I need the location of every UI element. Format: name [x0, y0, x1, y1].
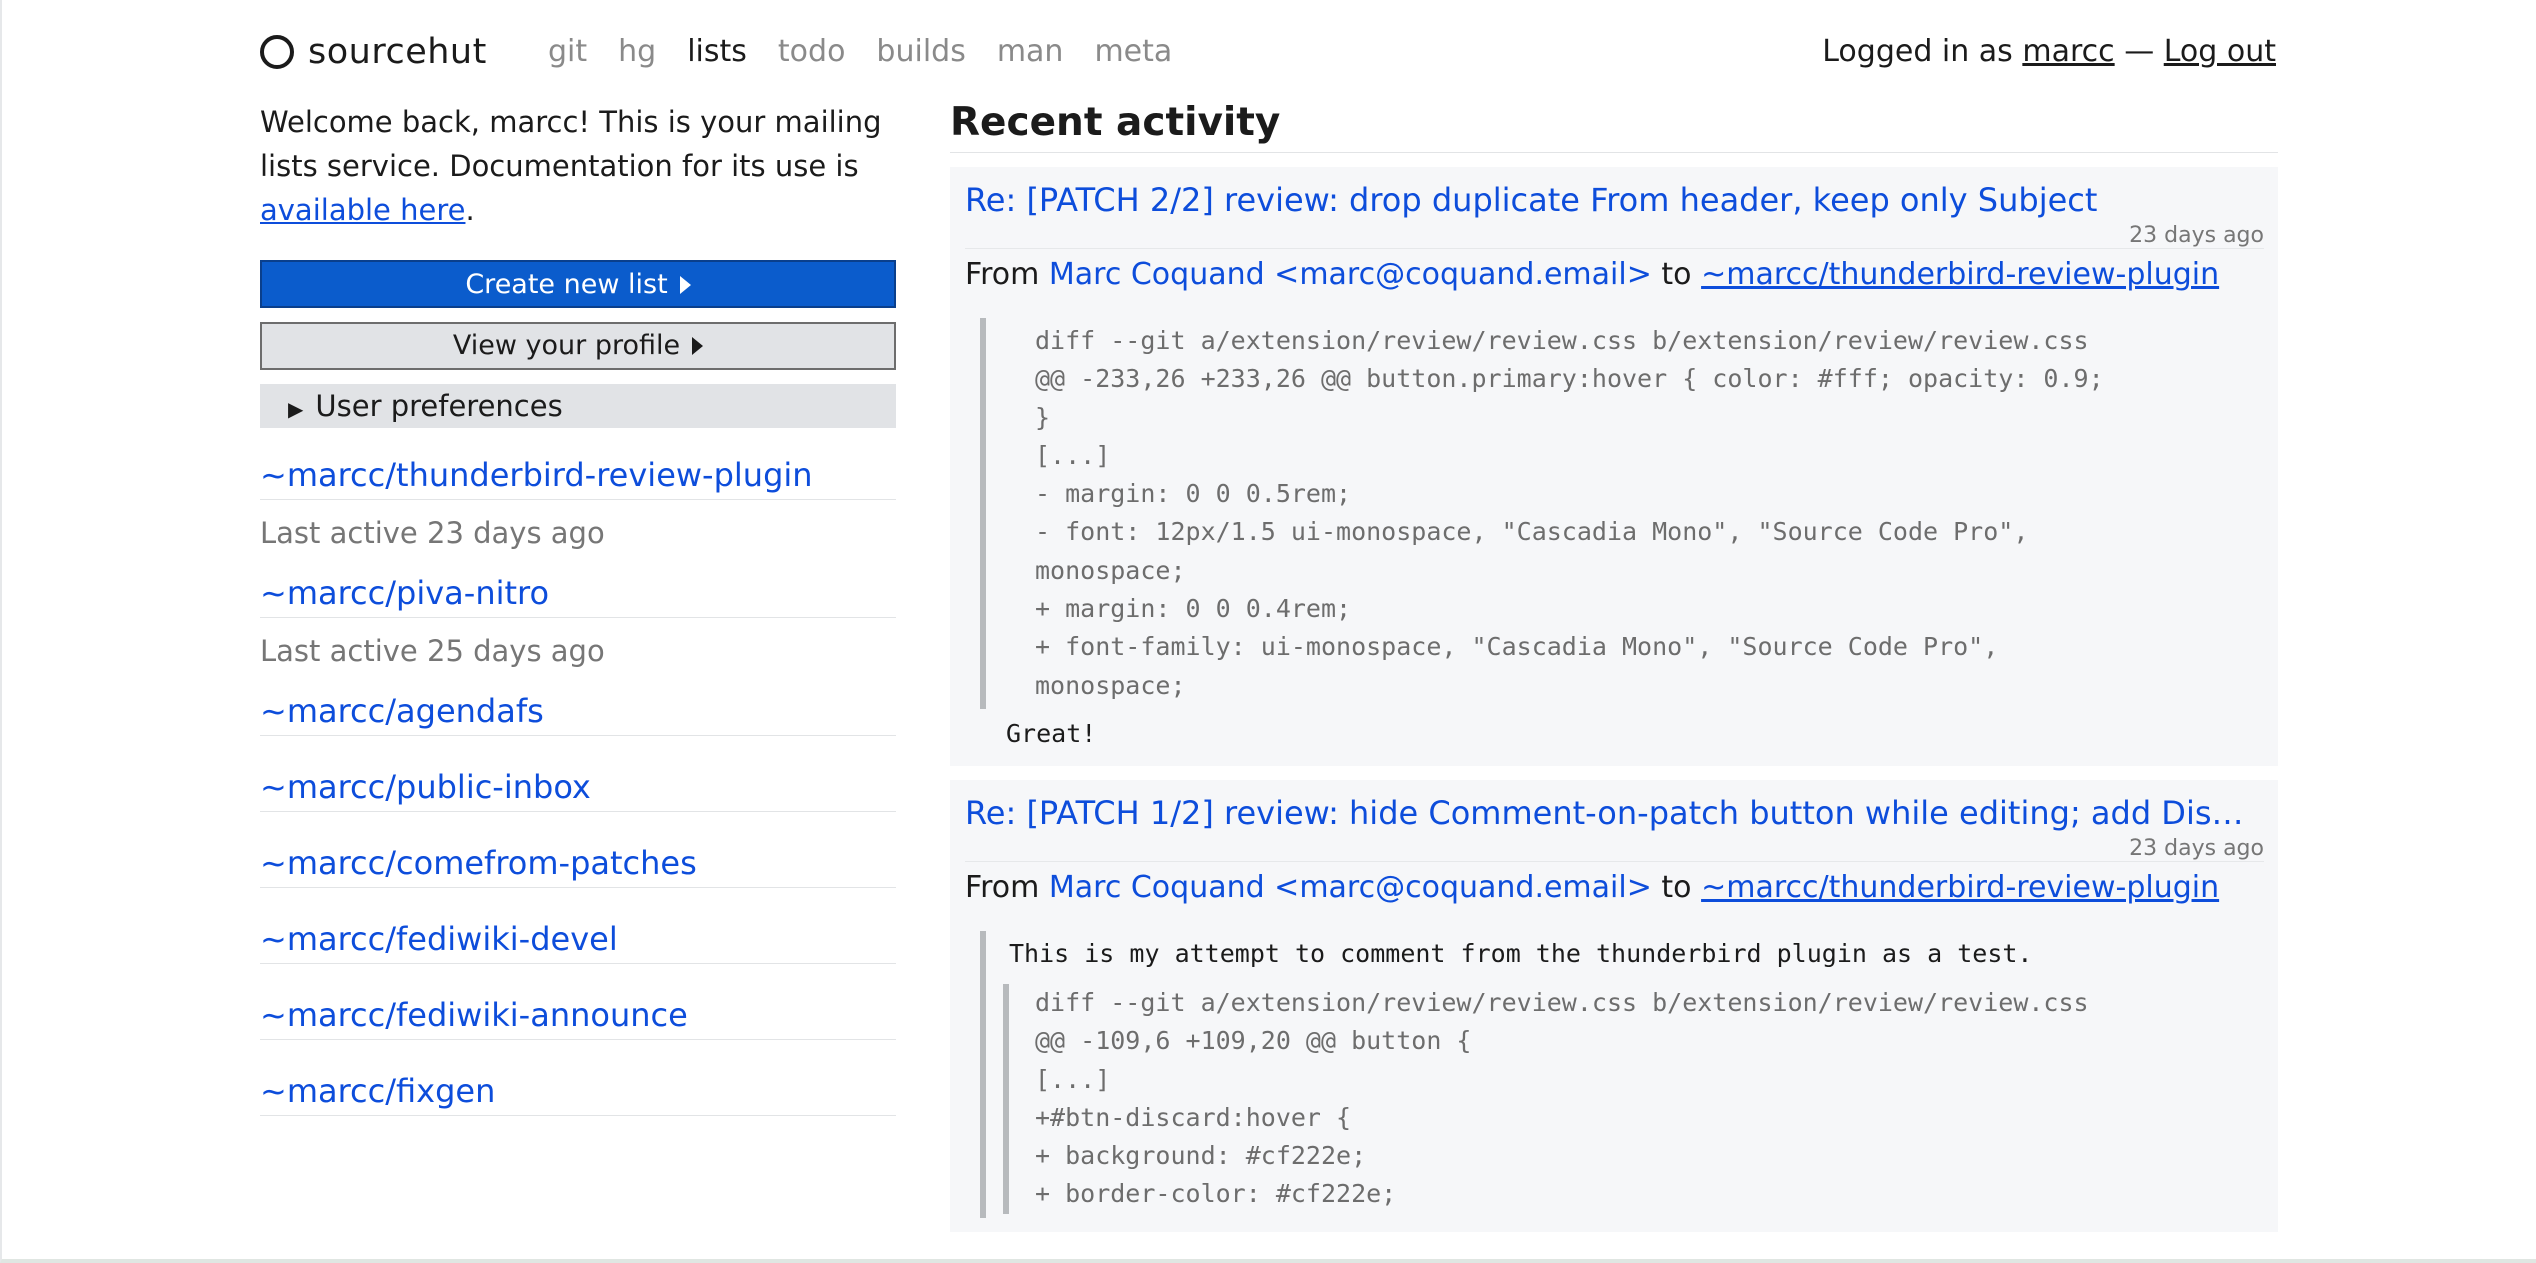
recipient-list-link[interactable]: ~marcc/thunderbird-review-plugin: [1701, 257, 2219, 292]
to-prefix: to: [1661, 257, 1692, 292]
brand[interactable]: sourcehut: [260, 32, 487, 72]
nav-link-meta[interactable]: meta: [1094, 34, 1172, 69]
nav-link-builds[interactable]: builds: [876, 34, 965, 69]
quoted-diff: diff --git a/extension/review/review.css…: [1035, 987, 2089, 1209]
login-separator: —: [2124, 34, 2155, 69]
welcome-period: .: [465, 193, 475, 227]
welcome-text: Welcome back, marcc! This is your mailin…: [260, 105, 882, 183]
message-intro: This is my attempt to comment from the t…: [1009, 938, 2033, 968]
welcome-message: Welcome back, marcc! This is your mailin…: [260, 100, 896, 232]
list-link[interactable]: ~marcc/thunderbird-review-plugin: [260, 456, 813, 494]
event-subject-link[interactable]: Re: [PATCH 2/2] review: drop duplicate F…: [965, 181, 2261, 219]
nav-link-lists[interactable]: lists: [687, 34, 747, 69]
list-last-active: Last active 23 days ago: [260, 516, 605, 550]
nested-quote: diff --git a/extension/review/review.css…: [1003, 983, 2264, 1214]
event-from-line: From Marc Coquand <marc@coquand.email> t…: [965, 870, 2264, 905]
sender-link[interactable]: Marc Coquand <marc@coquand.email>: [1049, 870, 1652, 905]
recipient-list-link[interactable]: ~marcc/thunderbird-review-plugin: [1701, 870, 2219, 905]
nav-link-todo[interactable]: todo: [778, 34, 846, 69]
docs-link[interactable]: available here: [260, 193, 465, 227]
disclosure-triangle-icon: ▶: [288, 397, 304, 421]
sidebar: Welcome back, marcc! This is your mailin…: [260, 100, 896, 1116]
username-link[interactable]: marcc: [2022, 34, 2114, 69]
nav-link-hg[interactable]: hg: [618, 34, 656, 69]
from-prefix: From: [965, 869, 1040, 905]
login-prefix: Logged in as: [1822, 34, 2013, 69]
list-link[interactable]: ~marcc/fediwiki-devel: [260, 920, 618, 958]
top-nav: sourcehut git hg lists todo builds man m…: [260, 26, 2276, 78]
list-link[interactable]: ~marcc/public-inbox: [260, 768, 591, 806]
caret-right-icon: [692, 337, 704, 355]
reply-text: Great!: [1006, 718, 1097, 748]
list-link[interactable]: ~marcc/comefrom-patches: [260, 844, 697, 882]
list-link[interactable]: ~marcc/agendafs: [260, 692, 544, 730]
list-item: ~marcc/thunderbird-review-plugin: [260, 440, 896, 500]
list-link[interactable]: ~marcc/fixgen: [260, 1072, 495, 1110]
list-item: ~marcc/agendafs: [260, 676, 896, 736]
create-list-button[interactable]: Create new list: [260, 260, 896, 308]
logout-link[interactable]: Log out: [2164, 34, 2276, 69]
list-item: ~marcc/comefrom-patches: [260, 812, 896, 888]
activity-event: Re: [PATCH 1/2] review: hide Comment-on-…: [950, 779, 2278, 1232]
list-item: ~marcc/fediwiki-devel: [260, 888, 896, 964]
user-preferences-label: User preferences: [315, 389, 563, 423]
activity-event: Re: [PATCH 2/2] review: drop duplicate F…: [950, 167, 2278, 766]
recent-activity: Recent activity Re: [PATCH 2/2] review: …: [950, 100, 2278, 1232]
quoted-diff: diff --git a/extension/review/review.css…: [1035, 326, 2104, 700]
message-blockquote: diff --git a/extension/review/review.css…: [980, 318, 2264, 709]
list-last-active: Last active 25 days ago: [260, 634, 605, 668]
login-status: Logged in as marcc — Log out: [1822, 34, 2276, 69]
event-from-line: From Marc Coquand <marc@coquand.email> t…: [965, 257, 2264, 292]
message-blockquote: This is my attempt to comment from the t…: [980, 930, 2264, 1218]
view-profile-button[interactable]: View your profile: [260, 322, 896, 370]
view-profile-label: View your profile: [452, 330, 681, 361]
recent-activity-heading: Recent activity: [950, 100, 2278, 153]
nav-link-git[interactable]: git: [548, 34, 587, 69]
list-item: ~marcc/fixgen: [260, 1040, 896, 1116]
list-link[interactable]: ~marcc/piva-nitro: [260, 574, 549, 612]
caret-right-icon: [679, 276, 691, 294]
create-list-label: Create new list: [465, 269, 668, 300]
sender-link[interactable]: Marc Coquand <marc@coquand.email>: [1049, 257, 1652, 292]
list-item: ~marcc/piva-nitro: [260, 558, 896, 618]
sourcehut-logo-icon: [260, 35, 294, 69]
list-item: ~marcc/public-inbox: [260, 736, 896, 812]
event-timestamp: 23 days ago: [965, 836, 2264, 862]
list-link[interactable]: ~marcc/fediwiki-announce: [260, 996, 688, 1034]
event-timestamp: 23 days ago: [965, 223, 2264, 249]
nav-link-man[interactable]: man: [997, 34, 1064, 69]
from-prefix: From: [965, 257, 1040, 292]
event-subject-link[interactable]: Re: [PATCH 1/2] review: hide Comment-on-…: [965, 794, 2261, 832]
user-preferences-toggle[interactable]: ▶ User preferences: [260, 384, 896, 428]
list-item: ~marcc/fediwiki-announce: [260, 964, 896, 1040]
to-prefix: to: [1661, 869, 1692, 905]
service-nav: git hg lists todo builds man meta: [548, 34, 1172, 69]
brand-name: sourcehut: [308, 32, 487, 72]
